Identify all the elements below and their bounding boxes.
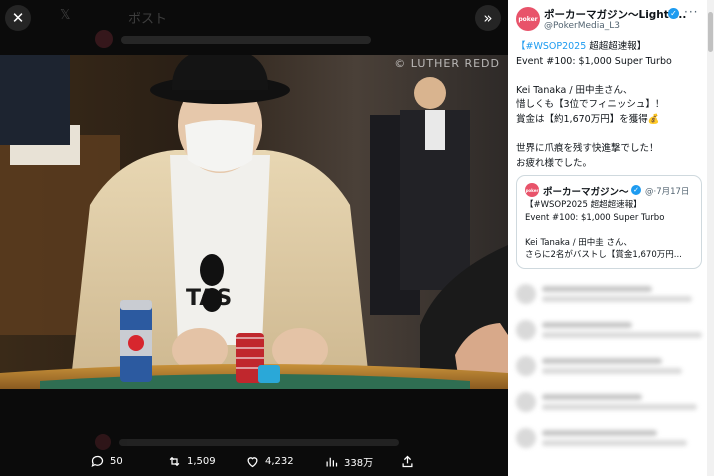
blurred-reply: [516, 426, 704, 452]
quoted-line-5: さらに2名がバストし【賞金1,670万円...: [525, 250, 682, 260]
reply-button[interactable]: 50: [90, 454, 123, 469]
energy-drink-can: [120, 300, 152, 382]
post-line-8: 世界に爪痕を残す快進撃でした！: [516, 143, 659, 155]
background-header-title: ポスト: [128, 12, 168, 27]
author-avatar[interactable]: poker: [516, 7, 540, 31]
quoted-post-text: 【#WSOP2025 超超超速報】 Event #100: $1,000 Sup…: [525, 199, 700, 262]
views-count: 338万: [344, 457, 374, 469]
quoted-verified-badge-icon: ✓: [631, 185, 641, 195]
post-line-5: 惜しくも【3位でフィニッシュ】！: [516, 99, 665, 111]
author-handle[interactable]: @PokerMedia_L3: [544, 21, 620, 31]
media-viewer: 𝕏 ポスト ✕ » © LUTHER REDD 50 1,509 4,232 3…: [0, 0, 508, 476]
blurred-reply: [516, 390, 704, 416]
post-line-3: [516, 69, 701, 84]
repost-count: 1,509: [187, 455, 216, 467]
views-icon: [326, 457, 338, 466]
background-x-logo: 𝕏: [60, 8, 71, 23]
reply-icon: [91, 455, 104, 467]
like-count: 4,232: [265, 455, 294, 467]
post-line-1: 【#WSOP2025 超超超速報】: [516, 41, 647, 52]
like-button[interactable]: 4,232: [245, 454, 294, 469]
photo-watermark: © LUTHER REDD: [394, 57, 500, 70]
close-icon: ✕: [11, 9, 25, 27]
share-button[interactable]: [400, 454, 415, 469]
post-line-2: Event #100: $1,000 Super Turbo: [516, 55, 672, 67]
close-button[interactable]: ✕: [5, 5, 31, 31]
scrollbar-thumb[interactable]: [708, 12, 713, 52]
blurred-reply: [516, 282, 704, 308]
heart-icon: [247, 456, 258, 467]
share-icon: [402, 455, 413, 467]
blurred-reply: [516, 318, 704, 344]
views-button[interactable]: 338万: [324, 454, 373, 469]
toggle-panel-button[interactable]: »: [475, 5, 501, 31]
quoted-post-meta: @·7月17日: [645, 187, 690, 197]
quoted-author-avatar: poker: [525, 183, 539, 197]
panel-scrollbar[interactable]: [707, 0, 714, 476]
author-name[interactable]: ポーカーマガジン～LightT...: [544, 7, 686, 22]
quoted-post-card[interactable]: poker ポーカーマガジン～ ✓ @·7月17日 【#WSOP2025 超超超…: [516, 175, 702, 269]
more-options-button[interactable]: ···: [684, 5, 698, 19]
action-bar: 50 1,509 4,232 338万: [0, 447, 508, 475]
reply-count: 50: [110, 455, 123, 467]
blurred-reply: [516, 354, 704, 380]
quoted-line-2: Event #100: $1,000 Super Turbo: [525, 212, 665, 223]
chevrons-right-icon: »: [483, 9, 493, 27]
poker-player-photo: TAS: [0, 55, 508, 389]
quoted-author-name: ポーカーマガジン～: [543, 187, 629, 198]
post-line-9: お疲れ様でした。: [516, 157, 593, 169]
media-viewer-app: 𝕏 ポスト ✕ » © LUTHER REDD 50 1,509 4,232 3…: [0, 0, 714, 476]
post-photo[interactable]: TAS: [0, 55, 508, 389]
quoted-line-1: 【#WSOP2025 超超超速報】: [525, 200, 642, 210]
post-line-7: [516, 128, 701, 143]
background-post-header: [95, 26, 395, 52]
post-line-6: 賞金は【約1,670万円】を獲得💰: [516, 113, 660, 125]
quoted-line-3: [525, 224, 700, 237]
post-line-4: Kei Tanaka / 田中圭さん、: [516, 84, 633, 96]
verified-badge-icon: ✓: [668, 8, 679, 19]
post-text: 【#WSOP2025 超超超速報】 Event #100: $1,000 Sup…: [516, 40, 701, 171]
post-detail-panel: poker ポーカーマガジン～LightT... ✓ @PokerMedia_L…: [508, 0, 714, 476]
quoted-line-4: Kei Tanaka / 田中圭 さん、: [525, 237, 632, 248]
hashtag-link[interactable]: 【#WSOP2025: [516, 41, 586, 52]
repost-icon: [169, 456, 180, 466]
repost-button[interactable]: 1,509: [167, 454, 216, 469]
